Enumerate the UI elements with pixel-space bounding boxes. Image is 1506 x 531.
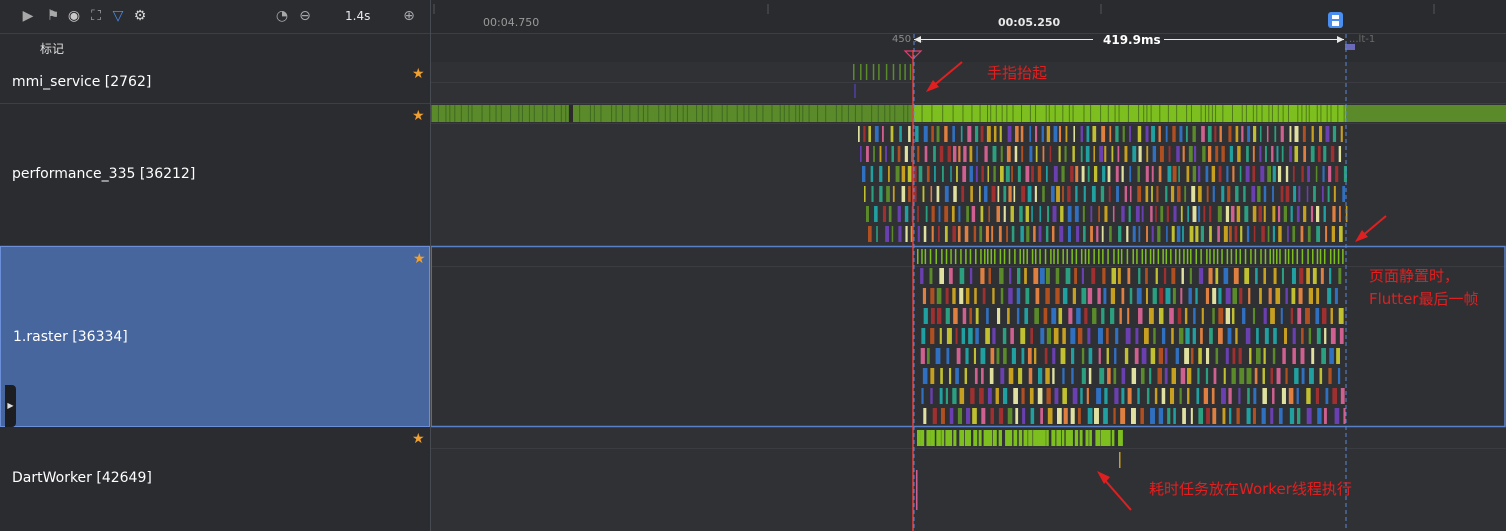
flag-icon[interactable]: ⚑	[45, 8, 61, 24]
track-row-mmi-service[interactable]: mmi_service [2762] ★	[0, 62, 430, 104]
range-start-label: 450	[892, 34, 911, 45]
star-icon[interactable]: ★	[412, 431, 425, 447]
zoom-in-icon[interactable]: ⊕	[401, 8, 417, 24]
tick-label: 00:05.250	[998, 16, 1061, 29]
zoom-level: 1.4s	[345, 9, 371, 23]
marks-row: 标记	[0, 34, 430, 62]
marks-label: 标记	[40, 42, 65, 56]
annotation-text: 耗时任务放在Worker线程执行	[1149, 480, 1352, 498]
globe-icon[interactable]: ◉	[66, 8, 82, 24]
play-icon[interactable]: ▶	[20, 8, 36, 24]
duration-label: 419.9ms	[1103, 33, 1161, 47]
bookmark-icon[interactable]	[1328, 12, 1343, 28]
zoom-out-icon[interactable]: ⊖	[297, 8, 313, 24]
annotation-text: Flutter最后一帧	[1369, 290, 1478, 308]
track-name: 1.raster [36334]	[13, 329, 128, 345]
track-name: DartWorker [42649]	[12, 470, 152, 486]
track-row-raster[interactable]: 1.raster [36334] ★	[0, 246, 430, 427]
annotation-text: 页面静置时，	[1369, 267, 1459, 285]
track-name: mmi_service [2762]	[12, 74, 152, 90]
capture-icon[interactable]: ⛶	[88, 8, 104, 24]
expand-handle[interactable]: ▶	[5, 385, 16, 427]
star-icon[interactable]: ★	[412, 108, 425, 124]
annotation-text: 手指抬起	[987, 64, 1047, 82]
filter-icon[interactable]: ▽	[110, 8, 126, 24]
track-row-performance[interactable]: performance_335 [36212] ★	[0, 104, 430, 246]
zoom-reset-icon[interactable]: ◔	[274, 8, 290, 24]
track-list-panel: ▶ ⚑ ◉ ⛶ ▽ ⚙ ◔ ⊖ 1.4s ⊕ 标记 mmi_service [2…	[0, 0, 430, 531]
star-icon[interactable]: ★	[413, 251, 426, 267]
settings-icon[interactable]: ⚙	[132, 8, 148, 24]
track-row-dartworker[interactable]: DartWorker [42649] ★	[0, 427, 430, 531]
track-name: performance_335 [36212]	[12, 166, 196, 182]
range-end-label: ...lt-1	[1349, 34, 1375, 45]
toolbar: ▶ ⚑ ◉ ⛶ ▽ ⚙ ◔ ⊖ 1.4s ⊕	[0, 0, 430, 34]
timeline-area[interactable]: 00:04.750 00:05.250 450 ... ...lt-1 419.…	[431, 0, 1506, 531]
tick-label: 00:04.750	[483, 16, 539, 29]
star-icon[interactable]: ★	[412, 66, 425, 82]
